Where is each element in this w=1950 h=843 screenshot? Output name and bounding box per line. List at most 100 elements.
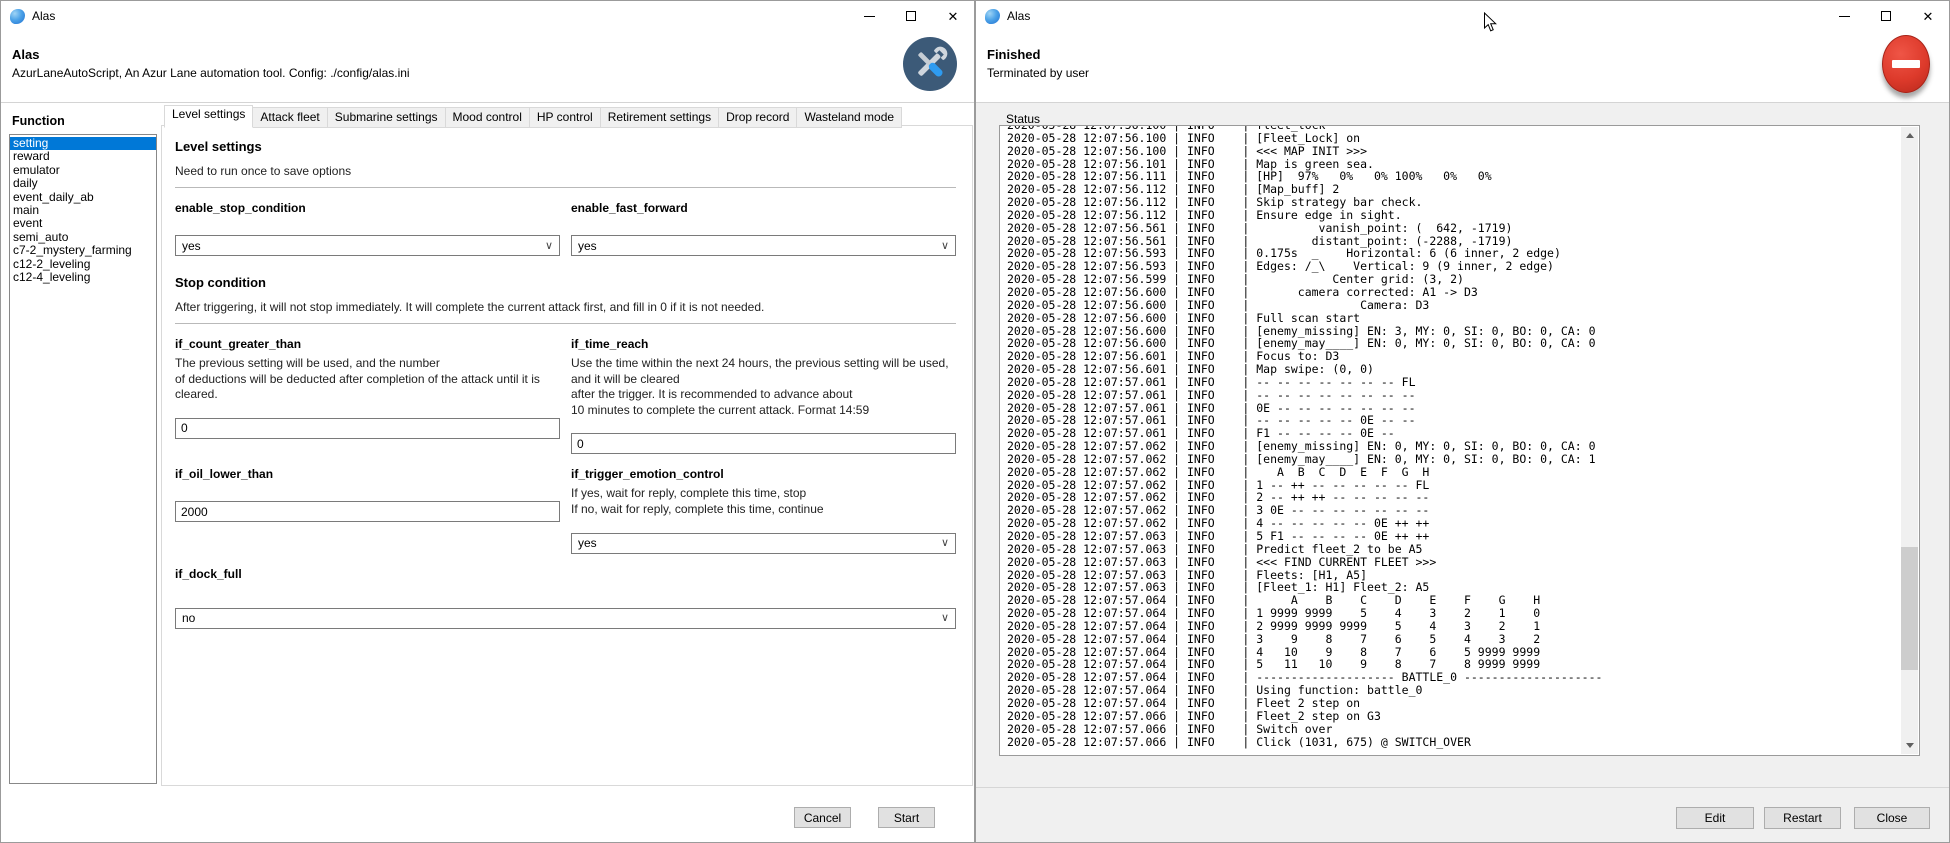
tab[interactable]: Level settings — [164, 105, 253, 128]
scroll-down-button[interactable] — [1901, 737, 1918, 754]
chevron-down-icon: ∨ — [941, 239, 949, 252]
section-desc-level-settings: Need to run once to save options — [175, 164, 956, 178]
section-title-stop-condition: Stop condition — [175, 275, 956, 290]
close-icon: ✕ — [1923, 10, 1934, 23]
close-session-button[interactable]: Close — [1854, 807, 1930, 829]
minimize-button[interactable] — [848, 1, 890, 31]
log-line: 2020-05-28 12:07:57.063 | INFO | <<< FIN… — [1007, 556, 1919, 569]
sidebar-item[interactable]: reward — [10, 150, 156, 163]
close-icon: ✕ — [948, 10, 959, 23]
log-line: 2020-05-28 12:07:57.064 | INFO | 2 9999 … — [1007, 620, 1919, 633]
log-line: 2020-05-28 12:07:57.063 | INFO | Predict… — [1007, 543, 1919, 556]
sidebar-item[interactable]: c7-2_mystery_farming — [10, 244, 156, 257]
sidebar-item[interactable]: c12-2_leveling — [10, 258, 156, 271]
minimize-icon — [1839, 16, 1850, 17]
app-icon — [10, 9, 25, 24]
function-listbox[interactable]: settingrewardemulatordailyevent_daily_ab… — [9, 134, 157, 784]
log-line: 2020-05-28 12:07:57.062 | INFO | [enemy_… — [1007, 440, 1919, 453]
if-time-reach-input[interactable] — [571, 433, 956, 454]
sidebar-item[interactable]: setting — [10, 137, 156, 150]
log-scrollbar[interactable] — [1901, 127, 1918, 754]
close-button[interactable]: ✕ — [932, 1, 974, 31]
sidebar-item[interactable]: semi_auto — [10, 231, 156, 244]
tab[interactable]: HP control — [530, 107, 601, 128]
left-window: Alas ✕ Alas AzurLaneAutoScript, An Azur … — [0, 0, 975, 843]
tab[interactable]: Submarine settings — [328, 107, 446, 128]
cancel-button[interactable]: Cancel — [794, 807, 851, 828]
enable-fast-forward-select[interactable]: yes ∨ — [571, 235, 956, 256]
enable-stop-condition-select[interactable]: yes ∨ — [175, 235, 560, 256]
field-label: if_count_greater_than — [175, 337, 560, 351]
app-icon — [985, 9, 1000, 24]
field-label: enable_fast_forward — [571, 201, 956, 215]
start-button[interactable]: Start — [878, 807, 935, 828]
level-settings-panel: Level settings Need to run once to save … — [161, 125, 973, 786]
tab[interactable]: Mood control — [446, 107, 530, 128]
tab[interactable]: Drop record — [719, 107, 797, 128]
tab[interactable]: Wasteland mode — [797, 107, 902, 128]
mouse-cursor — [1483, 12, 1497, 38]
function-label: Function — [12, 114, 65, 128]
edit-button[interactable]: Edit — [1676, 807, 1754, 829]
select-value: yes — [578, 536, 597, 550]
left-header: Alas AzurLaneAutoScript, An Azur Lane au… — [1, 31, 974, 103]
if-oil-lower-than-input[interactable] — [175, 501, 560, 522]
divider — [976, 787, 1949, 788]
if-count-greater-than-input[interactable] — [175, 418, 560, 439]
select-value: yes — [578, 239, 597, 253]
tab[interactable]: Attack fleet — [253, 107, 327, 128]
status-label: Status — [1006, 112, 1040, 126]
close-button[interactable]: ✕ — [1907, 1, 1949, 31]
restart-button[interactable]: Restart — [1764, 807, 1841, 829]
select-value: yes — [182, 239, 201, 253]
sidebar-item[interactable]: c12-4_leveling — [10, 271, 156, 284]
log-line: 2020-05-28 12:07:56.112 | INFO | Ensure … — [1007, 209, 1919, 222]
log-line: 2020-05-28 12:07:57.061 | INFO | -- -- -… — [1007, 389, 1919, 402]
chevron-down-icon: ∨ — [941, 611, 949, 624]
scroll-up-button[interactable] — [1901, 127, 1918, 144]
settings-tabs: Level settingsAttack fleetSubmarine sett… — [164, 107, 902, 128]
status-subtitle: Terminated by user — [987, 66, 1089, 80]
minimize-button[interactable] — [1823, 1, 1865, 31]
tab[interactable]: Retirement settings — [601, 107, 719, 128]
sidebar-item[interactable]: event_daily_ab — [10, 191, 156, 204]
section-title-level-settings: Level settings — [175, 139, 956, 154]
log-line: 2020-05-28 12:07:56.561 | INFO | vanish_… — [1007, 222, 1919, 235]
maximize-button[interactable] — [1865, 1, 1907, 31]
right-header: Finished Terminated by user — [976, 31, 1949, 103]
if-trigger-emotion-control-select[interactable]: yes ∨ — [571, 533, 956, 554]
log-line: 2020-05-28 12:07:56.601 | INFO | Map swi… — [1007, 363, 1919, 376]
field-label: if_dock_full — [175, 567, 956, 581]
log-line: 2020-05-28 12:07:56.600 | INFO | Camera:… — [1007, 299, 1919, 312]
log-line: 2020-05-28 12:07:57.064 | INFO | 1 9999 … — [1007, 607, 1919, 620]
if-dock-full-select[interactable]: no ∨ — [175, 608, 956, 629]
log-line: 2020-05-28 12:07:56.100 | INFO | [Fleet_… — [1007, 132, 1919, 145]
log-line: 2020-05-28 12:07:57.063 | INFO | 5 F1 --… — [1007, 530, 1919, 543]
field-enable-stop-condition: enable_stop_condition yes ∨ — [175, 188, 560, 256]
window-title: Alas — [1007, 9, 1030, 23]
sidebar-item[interactable]: main — [10, 204, 156, 217]
log-output[interactable]: 2020-05-28 12:07:56.100 | INFO | fleet_l… — [999, 125, 1920, 756]
log-line: 2020-05-28 12:07:57.066 | INFO | Fleet_2… — [1007, 710, 1919, 723]
page-subtitle: AzurLaneAutoScript, An Azur Lane automat… — [12, 66, 410, 80]
log-line: 2020-05-28 12:07:57.064 | INFO | Fleet 2… — [1007, 697, 1919, 710]
sidebar-item[interactable]: daily — [10, 177, 156, 190]
maximize-button[interactable] — [890, 1, 932, 31]
status-title: Finished — [987, 47, 1040, 62]
field-if-trigger-emotion-control: if_trigger_emotion_control If yes, wait … — [571, 454, 956, 553]
log-line: 2020-05-28 12:07:56.100 | INFO | <<< MAP… — [1007, 145, 1919, 158]
scroll-up-icon — [1906, 133, 1914, 138]
maximize-icon — [906, 11, 916, 21]
log-line: 2020-05-28 12:07:57.062 | INFO | [enemy_… — [1007, 453, 1919, 466]
field-if-dock-full: if_dock_full no ∨ — [175, 554, 956, 629]
sidebar-item[interactable]: emulator — [10, 164, 156, 177]
minimize-icon — [864, 16, 875, 17]
log-line: 2020-05-28 12:07:57.066 | INFO | Switch … — [1007, 723, 1919, 736]
sidebar-item[interactable]: event — [10, 217, 156, 230]
field-label: if_oil_lower_than — [175, 467, 560, 481]
chevron-down-icon: ∨ — [941, 536, 949, 549]
section-desc-stop-condition: After triggering, it will not stop immed… — [175, 300, 956, 314]
scrollbar-thumb[interactable] — [1901, 547, 1918, 670]
field-help: If yes, wait for reply, complete this ti… — [571, 486, 956, 517]
select-value: no — [182, 611, 195, 625]
